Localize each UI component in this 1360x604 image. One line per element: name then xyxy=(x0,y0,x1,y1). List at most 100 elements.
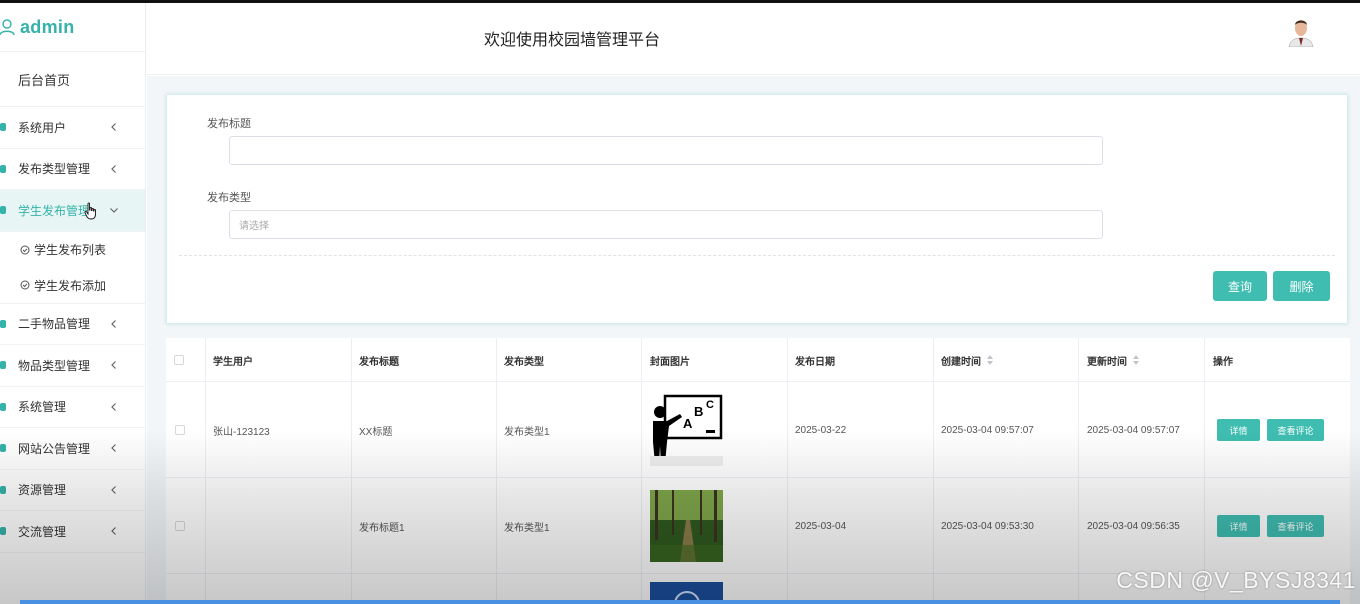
sidebar-subitem-post-list[interactable]: 学生发布列表 xyxy=(0,231,145,268)
sidebar-item-system-users[interactable]: 系统用户 xyxy=(0,107,145,149)
column-header-updated-label: 更新时间 xyxy=(1087,356,1127,368)
cell-type: 发布类型1 xyxy=(504,426,550,438)
watermark: CSDN @V_BYSJ8341 xyxy=(1116,567,1356,593)
sidebar-item-label: 网站公告管理 xyxy=(18,441,91,456)
sidebar-item-label: 学生发布管理 xyxy=(18,203,91,218)
video-progress-bar xyxy=(20,600,1340,604)
title-field-label: 发布标题 xyxy=(207,118,251,130)
type-field-label: 发布类型 xyxy=(207,192,251,204)
sidebar-item-system-manage[interactable]: 系统管理 xyxy=(0,387,145,428)
menu-bullet-icon xyxy=(0,444,6,453)
top-header: 欢迎使用校园墙管理平台 xyxy=(147,3,1360,75)
svg-text:B: B xyxy=(694,404,703,419)
view-comments-button[interactable]: 查看评论 xyxy=(1267,419,1324,441)
sidebar-item-label: 系统管理 xyxy=(18,400,67,415)
sidebar-item-label: 二手物品管理 xyxy=(18,317,91,332)
cell-title: 发布标题1 xyxy=(359,522,405,534)
chevron-left-icon xyxy=(111,361,116,370)
cell-image xyxy=(650,478,723,574)
sidebar-item-label: 交流管理 xyxy=(18,524,67,539)
sidebar-subitem-label: 学生发布添加 xyxy=(34,278,107,293)
chevron-left-icon xyxy=(111,164,116,173)
brand-name: admin xyxy=(20,16,75,37)
brand[interactable]: admin xyxy=(0,3,145,52)
table-header: 学生用户 发布标题 发布类型 封面图片 发布日期 创建时间 更新时间 操作 xyxy=(166,338,1350,382)
chevron-left-icon xyxy=(111,444,116,453)
row-select-cell xyxy=(175,382,185,478)
row-select-cell xyxy=(175,478,185,574)
check-circle-icon xyxy=(20,245,30,254)
user-outline-icon xyxy=(0,19,15,36)
column-header-updated[interactable]: 更新时间 xyxy=(1087,338,1139,382)
column-header-created-label: 创建时间 xyxy=(941,356,981,368)
data-table: 学生用户 发布标题 发布类型 封面图片 发布日期 创建时间 更新时间 操作 张山… xyxy=(166,338,1350,604)
column-header-title: 发布标题 xyxy=(359,356,399,368)
column-header-user: 学生用户 xyxy=(213,356,253,368)
row-checkbox[interactable] xyxy=(175,425,185,435)
menu-bullet-icon xyxy=(0,485,6,494)
detail-button[interactable]: 详情 xyxy=(1217,419,1260,441)
sidebar-item-label: 系统用户 xyxy=(18,120,67,135)
table-row: 张山-123123 XX标题 发布类型1 A B C 2025-03-22 20… xyxy=(166,382,1350,478)
sidebar-item-resources[interactable]: 资源管理 xyxy=(0,470,145,511)
query-button[interactable]: 查询 xyxy=(1213,271,1267,301)
sort-icon[interactable] xyxy=(1133,355,1139,365)
cell-image: A B C xyxy=(650,382,723,478)
sidebar-item-item-types[interactable]: 物品类型管理 xyxy=(0,345,145,387)
chevron-left-icon xyxy=(111,123,116,132)
forest-path-image[interactable] xyxy=(650,490,723,562)
row-checkbox[interactable] xyxy=(175,521,185,531)
svg-text:A: A xyxy=(683,416,693,431)
column-header-type: 发布类型 xyxy=(504,356,544,368)
menu-bullet-icon xyxy=(0,402,6,411)
cell-date: 2025-03-22 xyxy=(795,424,847,436)
menu-bullet-icon xyxy=(0,361,6,370)
column-header-created[interactable]: 创建时间 xyxy=(941,338,993,382)
sidebar-item-label: 物品类型管理 xyxy=(18,358,91,373)
cell-date: 2025-03-04 xyxy=(795,520,847,532)
cell-updated: 2025-03-04 09:56:35 xyxy=(1087,520,1180,532)
select-all-checkbox[interactable] xyxy=(174,355,184,365)
cell-title: XX标题 xyxy=(359,426,393,438)
column-header-date: 发布日期 xyxy=(795,356,835,368)
chevron-left-icon xyxy=(111,319,116,328)
chevron-left-icon xyxy=(111,527,116,536)
check-circle-icon xyxy=(20,280,30,290)
sidebar-item-announcements[interactable]: 网站公告管理 xyxy=(0,428,145,470)
main-content: 发布标题 发布类型 请选择 查询 删除 学生用户 发布标题 发布类型 封面图片 … xyxy=(147,76,1360,604)
table-row: 发布标题1 发布类型1 2025-03-04 2025-03-04 09:53:… xyxy=(166,478,1350,574)
sidebar-item-post-types[interactable]: 发布类型管理 xyxy=(0,149,145,190)
select-all-cell xyxy=(174,338,184,382)
sidebar-subitem-label: 学生发布列表 xyxy=(34,243,107,257)
sort-icon[interactable] xyxy=(987,355,993,365)
form-divider xyxy=(179,255,1335,256)
teacher-blackboard-image[interactable]: A B C xyxy=(650,394,723,466)
menu-bullet-icon xyxy=(0,319,6,328)
cell-created: 2025-03-04 09:53:30 xyxy=(941,520,1034,532)
menu-bullet-icon xyxy=(0,206,6,215)
user-avatar[interactable] xyxy=(1286,15,1316,47)
hand-cursor-icon xyxy=(84,202,96,220)
sidebar-item-secondhand[interactable]: 二手物品管理 xyxy=(0,304,145,345)
sidebar-item-exchange[interactable]: 交流管理 xyxy=(0,511,145,553)
column-header-actions: 操作 xyxy=(1213,356,1233,368)
sidebar-item-label: 发布类型管理 xyxy=(18,162,91,177)
app-window: admin 后台首页 系统用户 发布类型管理 学生发布管理 学生发布列表 学生发… xyxy=(0,0,1360,604)
detail-button[interactable]: 详情 xyxy=(1217,515,1260,537)
cell-type: 发布类型1 xyxy=(504,522,550,534)
chevron-left-icon xyxy=(111,485,116,494)
search-form: 发布标题 发布类型 请选择 查询 删除 xyxy=(166,94,1348,324)
sidebar-item-home[interactable]: 后台首页 xyxy=(0,52,145,107)
menu-bullet-icon xyxy=(0,527,6,536)
sidebar-item-student-posts[interactable]: 学生发布管理 xyxy=(0,190,145,232)
page-title: 欢迎使用校园墙管理平台 xyxy=(484,32,661,49)
type-select[interactable]: 请选择 xyxy=(229,210,1103,239)
sidebar-subitem-post-add[interactable]: 学生发布添加 xyxy=(0,267,145,304)
svg-text:C: C xyxy=(706,399,714,411)
menu-bullet-icon xyxy=(0,164,6,173)
title-input[interactable] xyxy=(229,136,1103,165)
cell-created: 2025-03-04 09:57:07 xyxy=(941,424,1034,436)
sidebar-item-label: 资源管理 xyxy=(18,483,67,498)
view-comments-button[interactable]: 查看评论 xyxy=(1267,515,1324,537)
delete-button[interactable]: 删除 xyxy=(1273,271,1330,301)
